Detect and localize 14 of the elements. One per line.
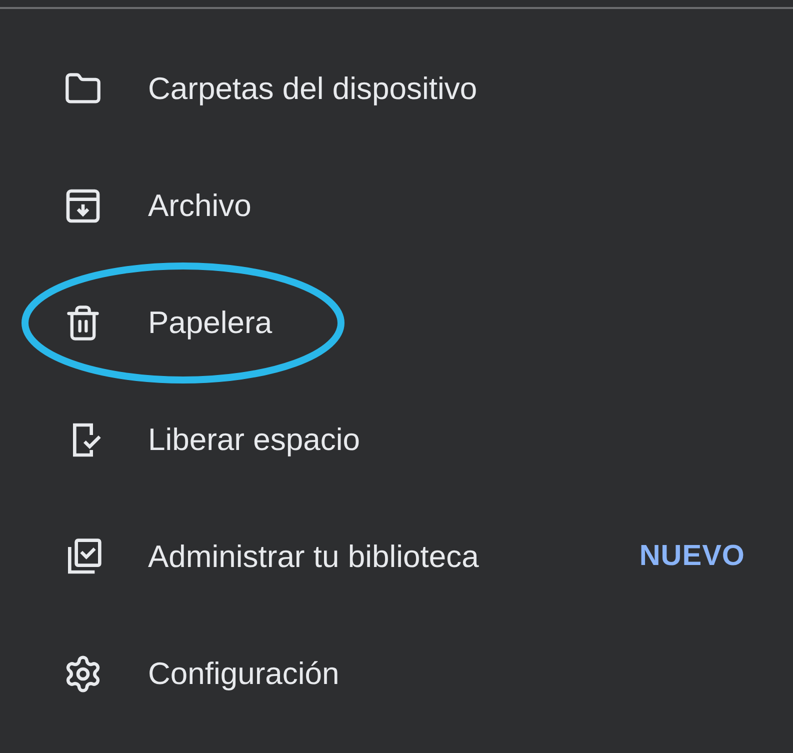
new-label: NUEVO: [639, 540, 745, 573]
menu-item-label: Carpetas del dispositivo: [148, 70, 478, 106]
menu-item-label: Liberar espacio: [148, 422, 361, 458]
menu-item-label: Configuración: [148, 656, 340, 692]
menu-item-label: Papelera: [148, 304, 274, 340]
menu-item[interactable]: Archivo: [0, 147, 793, 264]
trash-icon: [64, 304, 102, 342]
menu-item[interactable]: Carpetas del dispositivo: [0, 30, 793, 147]
menu-item[interactable]: Configuración: [0, 615, 793, 732]
menu-item-label: Administrar tu biblioteca: [148, 538, 480, 574]
menu-item[interactable]: Papelera: [0, 264, 793, 381]
menu-item[interactable]: Administrar tu biblioteca NUEVO: [0, 498, 793, 615]
menu-item[interactable]: Liberar espacio: [0, 381, 793, 498]
menu-item-label: Archivo: [148, 188, 252, 224]
